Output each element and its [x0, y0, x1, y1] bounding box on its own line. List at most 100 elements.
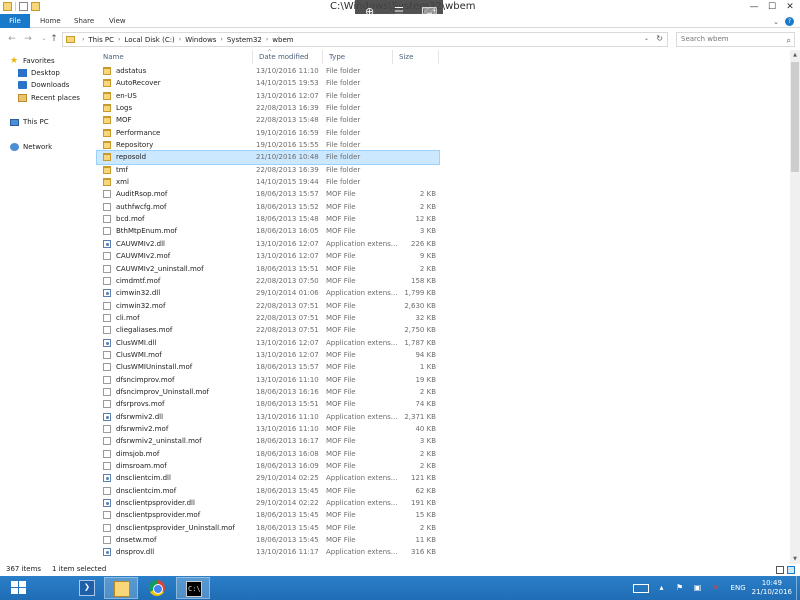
nav-downloads[interactable]: Downloads [18, 79, 69, 91]
breadcrumb-local-disk[interactable]: Local Disk (C:) [124, 36, 174, 44]
table-row[interactable]: dfsrwmiv2_uninstall.mof 18/06/2013 16:17 M… [97, 435, 439, 447]
table-row[interactable]: dnsclientcim.dll 29/10/2014 02:25 Applicat… [97, 472, 439, 484]
chevron-right-icon[interactable]: › [220, 36, 222, 43]
table-row[interactable]: bcd.mof 18/06/2013 15:48 MOF File 12 KB [97, 213, 439, 225]
table-row[interactable]: xml 14/10/2015 19:44 File folder [97, 176, 439, 188]
table-row[interactable]: Repository 19/10/2016 15:55 File folder [97, 139, 439, 151]
breadcrumb-windows[interactable]: Windows [185, 36, 216, 44]
table-row[interactable]: cimdmtf.mof 22/08/2013 07:50 MOF File 158 K… [97, 275, 439, 287]
taskbar-chrome[interactable] [140, 577, 174, 599]
table-row[interactable]: CAUWMIv2_uninstall.mof 18/06/2013 15:51 MO… [97, 263, 439, 275]
close-button[interactable]: ✕ [780, 0, 800, 14]
action-center-flag-icon[interactable]: ⚑ [674, 583, 686, 593]
expand-ribbon-icon[interactable]: ⌄ [773, 18, 779, 26]
scroll-down-icon[interactable]: ▼ [790, 554, 800, 564]
table-row[interactable]: en-US 13/10/2016 12:07 File folder [97, 90, 439, 102]
help-icon[interactable]: ? [785, 17, 794, 26]
table-row[interactable]: MOF 22/08/2013 15:48 File folder [97, 114, 439, 126]
scroll-up-icon[interactable]: ▲ [790, 50, 800, 60]
table-row[interactable]: dnsetw.mof 18/06/2013 15:45 MOF File 11 KB [97, 534, 439, 546]
table-row[interactable]: cliegaliases.mof 22/08/2013 07:51 MOF File… [97, 324, 439, 336]
minimize-button[interactable]: — [745, 0, 763, 14]
table-row[interactable]: dnsclientpsprovider.mof 18/06/2013 15:45 M… [97, 509, 439, 521]
volume-muted-icon[interactable]: ✕ [710, 583, 722, 593]
column-header-type[interactable]: Type [323, 50, 393, 64]
new-folder-icon[interactable] [31, 2, 40, 11]
table-row[interactable]: cimwin32.dll 29/10/2014 01:06 Application … [97, 287, 439, 299]
table-row[interactable]: authfwcfg.mof 18/06/2013 15:52 MOF File 2 K… [97, 201, 439, 213]
nav-favorites[interactable]: ★ Favorites [10, 55, 55, 67]
taskbar-powershell[interactable]: ❯ [70, 577, 104, 599]
tab-view[interactable]: View [103, 14, 132, 28]
nav-this-pc[interactable]: This PC [10, 116, 49, 128]
tab-share[interactable]: Share [68, 14, 100, 28]
nav-recent-places[interactable]: Recent places [18, 92, 80, 104]
address-dropdown-icon[interactable]: ⌄ [644, 35, 649, 42]
table-row[interactable]: BthMtpEnum.mof 18/06/2013 16:05 MOF File 3 … [97, 225, 439, 237]
back-button[interactable]: ← [6, 33, 18, 45]
table-row[interactable]: dimsjob.mof 18/06/2013 16:08 MOF File 2 KB [97, 448, 439, 460]
scroll-thumb[interactable] [791, 62, 799, 172]
column-header-name[interactable]: Name [97, 50, 253, 64]
clock[interactable]: 10:49 21/10/2016 [752, 579, 792, 597]
language-indicator[interactable]: ENG [731, 584, 746, 592]
maximize-button[interactable]: ☐ [763, 0, 781, 14]
touch-keyboard-icon[interactable] [632, 583, 649, 593]
table-row[interactable]: ClusWMI.mof 13/10/2016 12:07 MOF File 94 KB [97, 349, 439, 361]
nav-desktop[interactable]: Desktop [18, 67, 60, 79]
chevron-right-icon[interactable]: › [118, 36, 120, 43]
table-row[interactable]: dimsroam.mof 18/06/2013 16:09 MOF File 2 KB [97, 460, 439, 472]
show-desktop-button[interactable] [796, 576, 800, 600]
chevron-right-icon[interactable]: › [82, 36, 84, 43]
table-row[interactable]: AutoRecover 14/10/2015 19:53 File folder [97, 77, 439, 89]
chevron-right-icon[interactable]: › [266, 36, 268, 43]
breadcrumb-this-pc[interactable]: This PC [88, 36, 114, 44]
large-icons-view-icon[interactable] [787, 566, 795, 574]
taskbar-file-explorer[interactable] [104, 577, 138, 599]
table-row[interactable]: Logs 22/08/2013 16:39 File folder [97, 102, 439, 114]
breadcrumb-system32[interactable]: System32 [227, 36, 262, 44]
vertical-scrollbar[interactable]: ▲ ▼ [790, 50, 800, 564]
file-name: dfsrwmiv2_uninstall.mof [116, 437, 202, 446]
address-bar[interactable]: › This PC › Local Disk (C:) › Windows › … [62, 32, 668, 47]
table-row[interactable]: adstatus 13/10/2016 11:10 File folder [97, 65, 439, 77]
table-row[interactable]: dfsrwmiv2.mof 13/10/2016 11:10 MOF File 40 … [97, 423, 439, 435]
table-row[interactable]: tmf 22/08/2013 16:39 File folder [97, 164, 439, 176]
breadcrumb-wbem[interactable]: wbem [272, 36, 293, 44]
table-row[interactable]: Performance 19/10/2016 16:59 File folder [97, 127, 439, 139]
table-row[interactable]: dnsclientpsprovider_Uninstall.mof 18/06/2… [97, 522, 439, 534]
table-row[interactable]: ClusWMI.dll 13/10/2016 12:07 Application e… [97, 337, 439, 349]
tab-home[interactable]: Home [34, 14, 67, 28]
table-row[interactable]: reposold 21/10/2016 10:48 File folder [96, 150, 440, 165]
refresh-icon[interactable]: ↻ [656, 34, 663, 43]
column-header-date[interactable]: Date modified [253, 50, 323, 64]
search-input[interactable]: Search wbem ⌕ [676, 32, 795, 47]
nav-network[interactable]: Network [10, 141, 52, 153]
taskbar-command-prompt[interactable]: C:\ [176, 577, 210, 599]
network-icon[interactable]: ▣ [692, 583, 704, 593]
table-row[interactable]: cli.mof 22/08/2013 07:51 MOF File 32 KB [97, 312, 439, 324]
table-row[interactable]: dnsprov.dll 13/10/2016 11:17 Application e… [97, 546, 439, 558]
up-button[interactable]: ↑ [48, 33, 60, 45]
table-row[interactable]: CAUWMIv2.mof 13/10/2016 12:07 MOF File 9 KB [97, 250, 439, 262]
table-row[interactable]: CAUWMIv2.dll 13/10/2016 12:07 Application … [97, 238, 439, 250]
table-row[interactable]: dfsrprovs.mof 18/06/2013 15:51 MOF File 74 … [97, 398, 439, 410]
start-button[interactable] [2, 579, 36, 597]
properties-icon[interactable] [19, 2, 28, 11]
table-row[interactable]: cimwin32.mof 22/08/2013 07:51 MOF File 2,63… [97, 300, 439, 312]
table-row[interactable]: dfsncimprov.mof 13/10/2016 11:10 MOF File 1… [97, 374, 439, 386]
table-row[interactable]: dnsclientpsprovider.dll 29/10/2014 02:22 A… [97, 497, 439, 509]
dll-file-icon [103, 499, 111, 508]
table-row[interactable]: dfsncimprov_Uninstall.mof 18/06/2013 16:1… [97, 386, 439, 398]
tab-file[interactable]: File [0, 14, 30, 28]
table-row[interactable]: dfsrwmiv2.dll 13/10/2016 11:10 Application… [97, 411, 439, 423]
chevron-right-icon[interactable]: › [179, 36, 181, 43]
details-view-icon[interactable] [776, 566, 784, 574]
column-header-size[interactable]: Size [393, 50, 439, 64]
table-row[interactable]: ClusWMIUninstall.mof 18/06/2013 15:57 MOF … [97, 361, 439, 373]
table-row[interactable]: dnsclientcim.mof 18/06/2013 15:45 MOF File… [97, 485, 439, 497]
show-hidden-icons-icon[interactable]: ▴ [656, 583, 668, 593]
table-row[interactable]: AuditRsop.mof 18/06/2013 15:57 MOF File 2 K… [97, 188, 439, 200]
forward-button[interactable]: → [22, 33, 34, 45]
search-icon[interactable]: ⌕ [787, 34, 791, 47]
